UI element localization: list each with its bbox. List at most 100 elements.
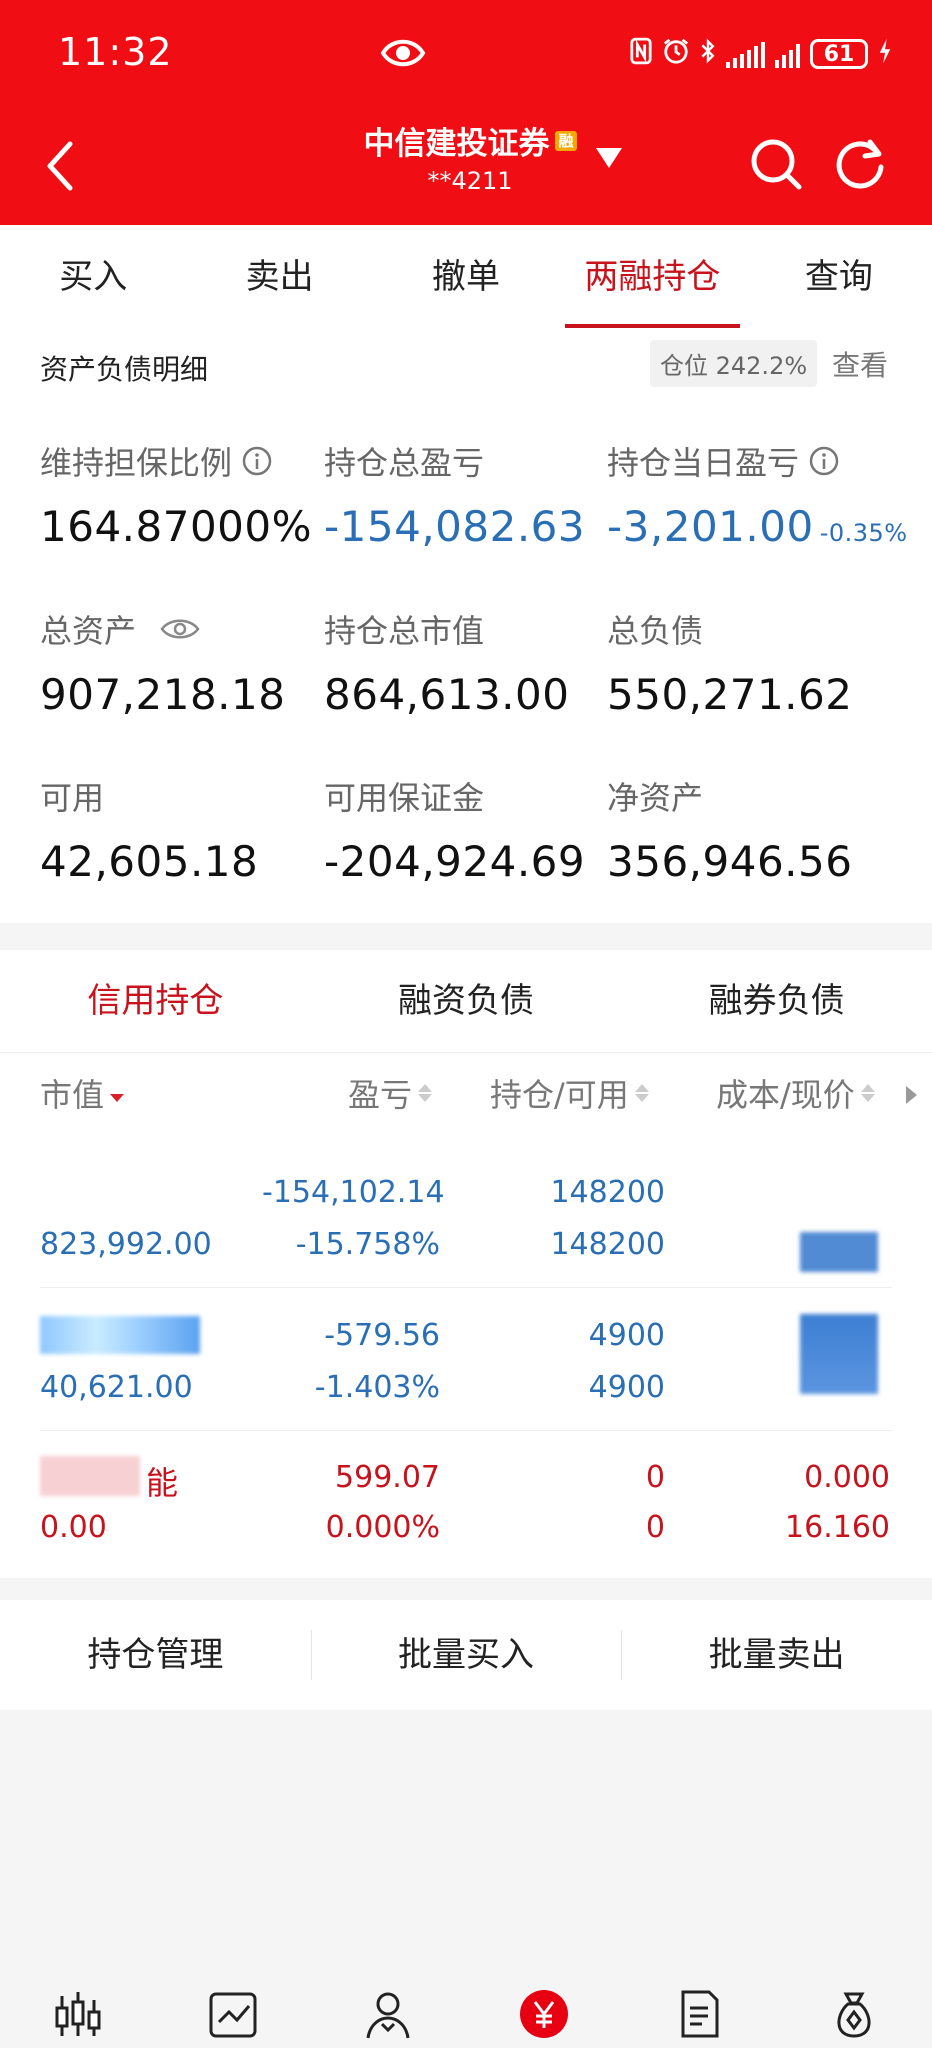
signal-icon <box>775 40 800 68</box>
nav-account[interactable] <box>311 1980 466 2048</box>
net-assets-label: 净资产 <box>607 779 704 817</box>
info-icon[interactable] <box>809 446 839 476</box>
daily-pnl: 持仓当日盈亏 -3,201.00 -0.35% <box>607 438 908 551</box>
candlestick-icon <box>55 1992 101 2036</box>
sort-icon <box>860 1084 875 1102</box>
tab-cancel[interactable]: 撤单 <box>373 225 559 328</box>
row-market-value: 40,621.00 <box>40 1370 193 1405</box>
document-icon <box>681 1990 719 2038</box>
broker-name: 中信建投证券 <box>363 126 550 162</box>
redacted-stock-name <box>40 1316 200 1354</box>
row-market-value: 823,992.00 <box>40 1227 212 1262</box>
available-margin-value: -204,924.69 <box>324 837 586 886</box>
row-pnl: -579.56 <box>324 1318 440 1353</box>
redacted-stock-name <box>40 1456 140 1496</box>
column-cost-price[interactable]: 成本/现价 <box>716 1070 875 1116</box>
refresh-icon[interactable] <box>832 136 888 192</box>
column-position[interactable]: 持仓/可用 <box>490 1070 649 1116</box>
nav-watchlist[interactable] <box>155 1980 310 2048</box>
total-assets: 总资产 907,218.18 <box>40 606 285 719</box>
view-link[interactable]: 查看 <box>832 344 888 384</box>
nav-wealth[interactable] <box>777 1980 932 2048</box>
nav-trade[interactable] <box>466 1980 621 2048</box>
battery-icon: 61 <box>810 39 868 69</box>
holdings-tabs: 信用持仓 融资负债 融券负债 <box>0 950 932 1053</box>
trade-tabs: 买入 卖出 撤单 两融持仓 查询 <box>0 225 932 328</box>
row-pnl: 599.07 <box>335 1460 440 1495</box>
available-margin: 可用保证金 -204,924.69 <box>324 773 585 886</box>
tab-buy[interactable]: 买入 <box>0 225 186 328</box>
row-position: 4900 <box>588 1318 665 1353</box>
net-assets: 净资产 356,946.56 <box>607 773 852 886</box>
row-pnl-pct: 0.000% <box>325 1510 440 1545</box>
total-pnl-value: -154,082.63 <box>324 502 586 551</box>
tab-margin-holdings[interactable]: 两融持仓 <box>559 225 745 328</box>
tab-short-liability[interactable]: 融券负债 <box>621 950 932 1052</box>
row-pnl-pct: -1.403% <box>314 1370 440 1405</box>
market-value-value: 864,613.00 <box>324 670 570 719</box>
total-liability-value: 550,271.62 <box>607 670 853 719</box>
batch-sell-button[interactable]: 批量卖出 <box>621 1600 932 1710</box>
total-pnl-label: 持仓总盈亏 <box>324 444 485 482</box>
nav-news[interactable] <box>621 1980 776 2048</box>
market-value-label: 持仓总市值 <box>324 612 485 650</box>
holdings-actions: 持仓管理 批量买入 批量卖出 <box>0 1600 932 1710</box>
available-margin-label: 可用保证金 <box>324 779 485 817</box>
total-assets-label: 总资产 <box>40 612 137 650</box>
row-market-value: 0.00 <box>40 1510 107 1545</box>
signal-icon <box>726 40 765 68</box>
maintenance-ratio-value: 164.87000% <box>40 502 313 551</box>
charging-icon <box>878 37 892 72</box>
position-ratio-badge: 仓位 242.2% <box>650 340 818 387</box>
total-liability: 总负债 550,271.62 <box>607 606 852 719</box>
row-position: 148200 <box>550 1175 665 1210</box>
total-assets-value: 907,218.18 <box>40 670 286 719</box>
market-value: 持仓总市值 864,613.00 <box>324 606 569 719</box>
sort-icon <box>634 1084 649 1102</box>
bluetooth-icon <box>700 37 716 72</box>
bottom-nav <box>0 1980 932 2048</box>
nav-market[interactable] <box>0 1980 155 2048</box>
section-title: 资产负债明细 <box>40 353 209 386</box>
alarm-icon <box>662 37 690 72</box>
column-market-value[interactable]: 市值 <box>40 1070 125 1116</box>
holdings-panel: 信用持仓 融资负债 融券负债 市值 盈亏 持仓/可用 成本/现价 -154,10… <box>0 950 932 1578</box>
available-label: 可用 <box>40 779 105 817</box>
dropdown-arrow-icon[interactable] <box>596 148 622 168</box>
manage-holdings-button[interactable]: 持仓管理 <box>0 1600 311 1710</box>
back-button[interactable] <box>40 138 90 194</box>
info-icon[interactable] <box>242 446 272 476</box>
sort-icon <box>110 1084 125 1102</box>
tab-query[interactable]: 查询 <box>746 225 932 328</box>
row-available: 4900 <box>588 1370 665 1405</box>
available-value: 42,605.18 <box>40 837 259 886</box>
column-label: 市值 <box>40 1076 105 1114</box>
search-icon[interactable] <box>748 136 804 192</box>
tab-financing-liability[interactable]: 融资负债 <box>311 950 622 1052</box>
tab-credit-holdings[interactable]: 信用持仓 <box>0 950 311 1052</box>
net-assets-value: 356,946.56 <box>607 837 853 886</box>
batch-buy-button[interactable]: 批量买入 <box>310 1600 622 1710</box>
scroll-right-icon[interactable] <box>906 1086 917 1104</box>
tab-sell[interactable]: 卖出 <box>186 225 372 328</box>
margin-badge: 融 <box>555 130 577 151</box>
redacted-price <box>800 1232 878 1272</box>
asset-liability-panel: 资产负债明细 仓位 242.2% 查看 维持担保比例 164.87000% 持仓… <box>0 328 932 923</box>
yuan-trade-icon <box>519 1990 568 2038</box>
row-available: 148200 <box>550 1227 665 1262</box>
maintenance-ratio: 维持担保比例 164.87000% <box>40 438 312 551</box>
column-pnl[interactable]: 盈亏 <box>348 1070 433 1116</box>
sort-icon <box>418 1084 433 1102</box>
row-divider <box>40 1287 892 1288</box>
row-position: 0 <box>645 1460 665 1495</box>
row-pnl-pct: -15.758% <box>295 1227 440 1262</box>
row-cost: 0.000 <box>804 1460 890 1495</box>
daily-pnl-label: 持仓当日盈亏 <box>607 444 800 482</box>
status-icons: 61 <box>630 34 892 74</box>
redacted-cost-price <box>800 1314 878 1394</box>
account-selector[interactable]: 中信建投证券 融 **4211 <box>320 118 620 195</box>
row-pnl: -154,102.14 <box>262 1175 445 1210</box>
eye-icon[interactable] <box>160 616 200 642</box>
column-label: 成本/现价 <box>716 1076 855 1114</box>
nfc-icon <box>630 37 652 72</box>
